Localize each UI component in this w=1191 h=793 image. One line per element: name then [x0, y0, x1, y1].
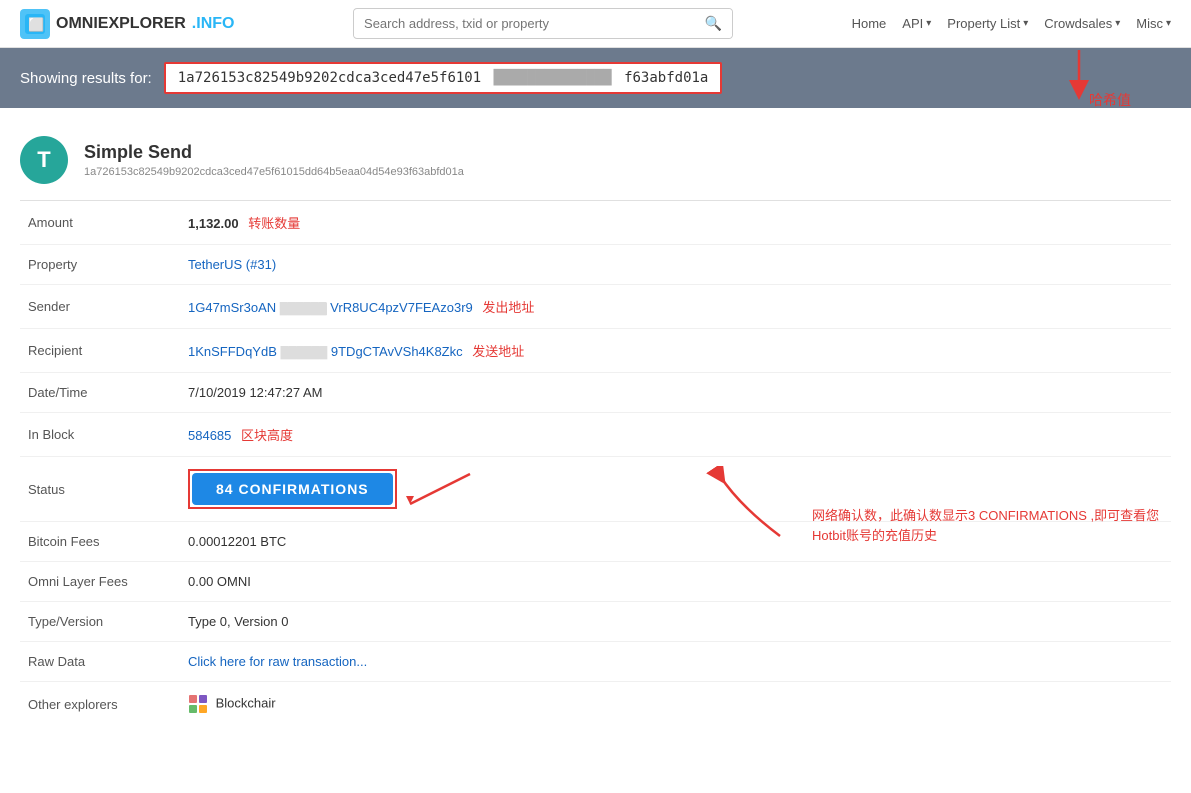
row-rawdata: Raw Data Click here for raw transaction.…: [20, 642, 1171, 682]
row-amount: Amount 1,132.00 转账数量: [20, 201, 1171, 245]
brand-info-text: .INFO: [192, 15, 235, 33]
btcfees-label: Bitcoin Fees: [20, 522, 180, 562]
tx-info: Simple Send 1a726153c82549b9202cdca3ced4…: [84, 142, 464, 178]
row-omnifees: Omni Layer Fees 0.00 OMNI: [20, 562, 1171, 602]
omnifees-value: 0.00 OMNI: [180, 562, 1171, 602]
sender-label: Sender: [20, 285, 180, 329]
confirmations-button[interactable]: 84 CONFIRMATIONS: [192, 473, 393, 505]
rawdata-link[interactable]: Click here for raw transaction...: [188, 654, 367, 669]
nav-links: Home API ▾ Property List ▾ Crowdsales ▾ …: [852, 16, 1171, 31]
inblock-label: In Block: [20, 413, 180, 457]
annotation-note-wrapper: 网络确认数，此确认数显示3 CONFIRMATIONS ,即可查看您Hotbit…: [700, 476, 1171, 546]
datetime-label: Date/Time: [20, 373, 180, 413]
property-value: TetherUS (#31): [180, 245, 1171, 285]
hash-annotation-text: 哈希值: [1089, 90, 1131, 110]
bottom-annotation-text: 网络确认数，此确认数显示3 CONFIRMATIONS ,即可查看您Hotbit…: [812, 506, 1171, 545]
sender-value: 1G47mSr3oAN ██████ VrR8UC4pzV7FEAzo3r9 发…: [180, 285, 1171, 329]
rawdata-label: Raw Data: [20, 642, 180, 682]
results-label: Showing results for:: [20, 70, 152, 87]
property-link[interactable]: TetherUS (#31): [188, 257, 276, 272]
hash-start: 1a726153c82549b9202cdca3ced47e5f6101: [178, 70, 481, 86]
block-link[interactable]: 584685: [188, 428, 231, 443]
nav-home[interactable]: Home: [852, 16, 887, 31]
row-explorers: Other explorers Blockchair: [20, 682, 1171, 727]
tx-header: T Simple Send 1a726153c82549b9202cdca3ce…: [20, 124, 1171, 201]
crowdsales-caret: ▾: [1115, 18, 1120, 29]
status-label: Status: [20, 457, 180, 522]
svg-text:⬜: ⬜: [28, 17, 44, 32]
inblock-value: 584685 区块高度: [180, 413, 1171, 457]
brand-logo: ⬜: [20, 9, 50, 39]
recipient-label: Recipient: [20, 329, 180, 373]
row-datetime: Date/Time 7/10/2019 12:47:27 AM: [20, 373, 1171, 413]
page-wrapper: ⬜ OMNIEXPLORER .INFO 🔍 Home API ▾ Propert…: [0, 0, 1191, 566]
hash-ellipsis: ██████████████: [494, 70, 612, 86]
sender-annotation: 发出地址: [482, 300, 534, 315]
nav-api[interactable]: API ▾: [902, 16, 931, 31]
nav-property-list[interactable]: Property List ▾: [947, 16, 1028, 31]
tx-type: Simple Send: [84, 142, 464, 163]
brand: ⬜ OMNIEXPLORER .INFO: [20, 9, 234, 39]
sender-link[interactable]: 1G47mSr3oAN ██████ VrR8UC4pzV7FEAzo3r9: [188, 300, 476, 315]
confirmations-border-box: 84 CONFIRMATIONS: [188, 469, 397, 509]
row-inblock: In Block 584685 区块高度: [20, 413, 1171, 457]
row-recipient: Recipient 1KnSFFDqYdB ██████ 9TDgCTAvVSh…: [20, 329, 1171, 373]
property-label: Property: [20, 245, 180, 285]
api-caret: ▾: [926, 18, 931, 29]
nav-misc[interactable]: Misc ▾: [1136, 16, 1171, 31]
amount-annotation: 转账数量: [248, 216, 300, 231]
inblock-annotation: 区块高度: [241, 428, 293, 443]
blockchair-text: Blockchair: [216, 695, 276, 710]
recipient-link[interactable]: 1KnSFFDqYdB ██████ 9TDgCTAvVSh4K8Zkc: [188, 344, 466, 359]
search-button[interactable]: 🔍: [695, 9, 732, 38]
datetime-value: 7/10/2019 12:47:27 AM: [180, 373, 1171, 413]
amount-value: 1,132.00 转账数量: [180, 201, 1171, 245]
explorers-label: Other explorers: [20, 682, 180, 727]
row-sender: Sender 1G47mSr3oAN ██████ VrR8UC4pzV7FEA…: [20, 285, 1171, 329]
misc-caret: ▾: [1166, 18, 1171, 29]
tx-full-hash: 1a726153c82549b9202cdca3ced47e5f61015dd6…: [84, 166, 464, 178]
row-property: Property TetherUS (#31): [20, 245, 1171, 285]
hash-box: 1a726153c82549b9202cdca3ced47e5f6101 ███…: [164, 62, 723, 94]
explorers-value: Blockchair: [180, 682, 1171, 727]
property-list-caret: ▾: [1023, 18, 1028, 29]
main-content: T Simple Send 1a726153c82549b9202cdca3ce…: [0, 124, 1191, 566]
navbar: ⬜ OMNIEXPLORER .INFO 🔍 Home API ▾ Propert…: [0, 0, 1191, 48]
status-wrapper: 84 CONFIRMATIONS: [188, 469, 397, 509]
hash-annotation: 哈希值: [1039, 50, 1131, 110]
search-input[interactable]: [354, 10, 695, 37]
recipient-redacted: ██████: [281, 347, 328, 359]
blockchair-icon: [188, 695, 212, 710]
typeversion-value: Type 0, Version 0: [180, 602, 1171, 642]
amount-label: Amount: [20, 201, 180, 245]
search-bar: 🔍: [353, 8, 733, 39]
nav-crowdsales[interactable]: Crowdsales ▾: [1044, 16, 1120, 31]
detail-table: Amount 1,132.00 转账数量 Property TetherUS (…: [20, 201, 1171, 726]
hash-end: f63abfd01a: [624, 70, 708, 86]
sender-redacted: ██████: [280, 303, 327, 315]
row-typeversion: Type/Version Type 0, Version 0: [20, 602, 1171, 642]
omnifees-label: Omni Layer Fees: [20, 562, 180, 602]
rawdata-value: Click here for raw transaction...: [180, 642, 1171, 682]
tx-icon: T: [20, 136, 68, 184]
recipient-value: 1KnSFFDqYdB ██████ 9TDgCTAvVSh4K8Zkc 发送地…: [180, 329, 1171, 373]
brand-omni-text: OMNIEXPLORER: [56, 15, 186, 33]
typeversion-label: Type/Version: [20, 602, 180, 642]
recipient-annotation: 发送地址: [472, 344, 524, 359]
bottom-arrow-svg: [700, 466, 800, 546]
results-bar: Showing results for: 1a726153c82549b9202…: [0, 48, 1191, 108]
bottom-annotation-area: 网络确认数，此确认数显示3 CONFIRMATIONS ,即可查看您Hotbit…: [370, 476, 1171, 546]
